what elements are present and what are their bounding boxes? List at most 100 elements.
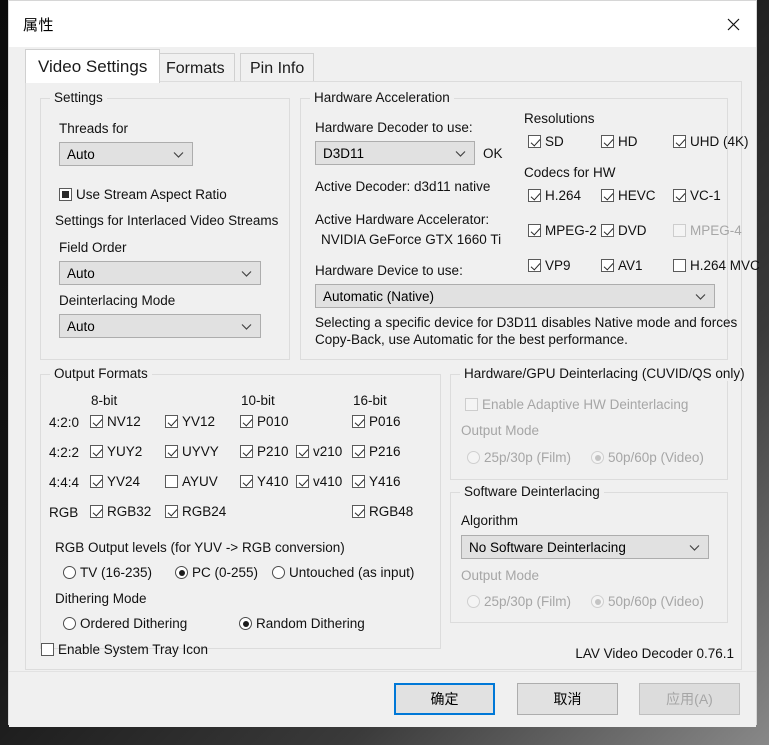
format-yuy2-checkbox[interactable]: YUY2 bbox=[90, 444, 142, 459]
active-accelerator-label: Active Hardware Accelerator: bbox=[315, 212, 490, 227]
resolution-hd-checkbox[interactable]: HD bbox=[601, 134, 638, 149]
resolution-sd-checkbox[interactable]: SD bbox=[528, 134, 564, 149]
hw-decoder-combo[interactable]: D3D11 bbox=[315, 141, 475, 165]
radio-label: 25p/30p (Film) bbox=[484, 450, 572, 465]
format-p010-checkbox[interactable]: P010 bbox=[240, 414, 289, 429]
resolution-uhd-checkbox[interactable]: UHD (4K) bbox=[673, 134, 749, 149]
hw-device-hint-line1: Selecting a specific device for D3D11 di… bbox=[315, 315, 738, 330]
settings-group-label: Settings bbox=[50, 90, 107, 105]
apply-button: 应用(A) bbox=[639, 683, 740, 715]
format-yv24-checkbox[interactable]: YV24 bbox=[90, 474, 140, 489]
output-formats-label: Output Formats bbox=[50, 366, 152, 381]
hw-device-combo[interactable]: Automatic (Native) bbox=[315, 284, 715, 308]
checkbox-label: MPEG-4 bbox=[690, 223, 742, 238]
ok-button[interactable]: 确定 bbox=[394, 683, 495, 715]
format-y410-checkbox[interactable]: Y410 bbox=[240, 474, 289, 489]
codec-hevc-checkbox[interactable]: HEVC bbox=[601, 188, 656, 203]
resolutions-label: Resolutions bbox=[524, 111, 595, 126]
deinterlacing-mode-value: Auto bbox=[67, 318, 95, 334]
software-deinterlacing-group: Software Deinterlacing Algorithm No Soft… bbox=[450, 484, 728, 623]
deinterlacing-mode-label: Deinterlacing Mode bbox=[59, 293, 176, 308]
checkbox-label: UYVY bbox=[182, 444, 219, 459]
checkbox-label: NV12 bbox=[107, 414, 141, 429]
sw-output-mode-label: Output Mode bbox=[461, 568, 540, 583]
rgb-level-pc-radio[interactable]: PC (0-255) bbox=[175, 565, 258, 580]
threads-for-combo[interactable]: Auto bbox=[59, 142, 193, 166]
format-nv12-checkbox[interactable]: NV12 bbox=[90, 414, 141, 429]
codec-av1-checkbox[interactable]: AV1 bbox=[601, 258, 643, 273]
hw-mode-25p30p-radio: 25p/30p (Film) bbox=[467, 450, 571, 465]
radio-label: TV (16-235) bbox=[80, 565, 153, 580]
codec-mpeg2-checkbox[interactable]: MPEG-2 bbox=[528, 223, 597, 238]
sw-algorithm-combo[interactable]: No Software Deinterlacing bbox=[461, 535, 709, 559]
threads-for-label: Threads for bbox=[59, 121, 129, 136]
checkbox-box bbox=[165, 475, 178, 488]
format-yv12-checkbox[interactable]: YV12 bbox=[165, 414, 215, 429]
close-icon[interactable] bbox=[710, 1, 756, 47]
format-uyvy-checkbox[interactable]: UYVY bbox=[165, 444, 219, 459]
checkbox-box bbox=[296, 445, 309, 458]
field-order-label: Field Order bbox=[59, 240, 127, 255]
checkbox-label: Use Stream Aspect Ratio bbox=[76, 187, 227, 202]
format-p216-checkbox[interactable]: P216 bbox=[352, 444, 401, 459]
radio-circle bbox=[63, 617, 76, 630]
checkbox-box bbox=[59, 188, 72, 201]
codec-h264-checkbox[interactable]: H.264 bbox=[528, 188, 581, 203]
tab-formats[interactable]: Formats bbox=[156, 53, 235, 83]
use-stream-aspect-ratio-checkbox[interactable]: Use Stream Aspect Ratio bbox=[59, 187, 227, 202]
dithering-ordered-radio[interactable]: Ordered Dithering bbox=[63, 616, 187, 631]
checkbox-box bbox=[352, 475, 365, 488]
checkbox-label: H.264 MVC bbox=[690, 258, 760, 273]
checkbox-box bbox=[165, 415, 178, 428]
title-bar: 属性 bbox=[9, 1, 756, 47]
rgb-level-tv-radio[interactable]: TV (16-235) bbox=[63, 565, 152, 580]
tab-pin-info[interactable]: Pin Info bbox=[240, 53, 315, 83]
format-rgb24-checkbox[interactable]: RGB24 bbox=[165, 504, 226, 519]
settings-group: Settings Threads for Auto Use Stream Asp… bbox=[40, 90, 290, 360]
sw-mode-25p30p-radio: 25p/30p (Film) bbox=[467, 594, 571, 609]
enable-system-tray-icon-checkbox-visible[interactable]: Enable System Tray Icon bbox=[41, 642, 208, 657]
checkbox-box bbox=[352, 415, 365, 428]
field-order-combo[interactable]: Auto bbox=[59, 261, 261, 285]
active-decoder-text: Active Decoder: d3d11 native bbox=[315, 179, 491, 194]
checkbox-label: UHD (4K) bbox=[690, 134, 749, 149]
format-v210-checkbox[interactable]: v210 bbox=[296, 444, 342, 459]
codec-vp9-checkbox[interactable]: VP9 bbox=[528, 258, 571, 273]
checkbox-label: RGB48 bbox=[369, 504, 414, 519]
checkbox-label: Enable Adaptive HW Deinterlacing bbox=[482, 397, 689, 412]
checkbox-box bbox=[41, 643, 54, 656]
desktop-background: 属性 Video Settings Formats Pin Info Setti… bbox=[0, 0, 769, 745]
format-y416-checkbox[interactable]: Y416 bbox=[352, 474, 401, 489]
chevron-down-icon bbox=[695, 289, 706, 304]
format-v410-checkbox[interactable]: v410 bbox=[296, 474, 342, 489]
checkbox-box bbox=[601, 224, 614, 237]
deinterlacing-mode-combo[interactable]: Auto bbox=[59, 314, 261, 338]
format-rgb32-checkbox[interactable]: RGB32 bbox=[90, 504, 151, 519]
codec-h264mvc-checkbox[interactable]: H.264 MVC bbox=[673, 258, 760, 273]
checkbox-label: Y410 bbox=[257, 474, 289, 489]
radio-circle bbox=[239, 617, 252, 630]
codec-dvd-checkbox[interactable]: DVD bbox=[601, 223, 647, 238]
codec-vc1-checkbox[interactable]: VC-1 bbox=[673, 188, 721, 203]
format-ayuv-checkbox[interactable]: AYUV bbox=[165, 474, 218, 489]
radio-label: 50p/60p (Video) bbox=[608, 450, 704, 465]
format-p016-checkbox[interactable]: P016 bbox=[352, 414, 401, 429]
format-p210-checkbox[interactable]: P210 bbox=[240, 444, 289, 459]
dithering-random-radio[interactable]: Random Dithering bbox=[239, 616, 365, 631]
column-header-16bit: 16-bit bbox=[353, 393, 387, 408]
format-rgb48-checkbox[interactable]: RGB48 bbox=[352, 504, 413, 519]
checkbox-box bbox=[296, 475, 309, 488]
tab-video-settings[interactable]: Video Settings bbox=[25, 49, 161, 83]
cancel-button[interactable]: 取消 bbox=[517, 683, 618, 715]
checkbox-label: MPEG-2 bbox=[545, 223, 597, 238]
checkbox-box bbox=[528, 224, 541, 237]
tab-label: Formats bbox=[166, 59, 225, 77]
radio-label: Ordered Dithering bbox=[80, 616, 188, 631]
codec-mpeg4-checkbox: MPEG-4 bbox=[673, 223, 742, 238]
chevron-down-icon bbox=[173, 147, 184, 162]
rgb-level-untouched-radio[interactable]: Untouched (as input) bbox=[272, 565, 414, 580]
tab-label: Pin Info bbox=[250, 59, 305, 77]
window-title: 属性 bbox=[23, 17, 55, 34]
hardware-acceleration-group: Hardware Acceleration Hardware Decoder t… bbox=[300, 90, 760, 360]
row-header-444: 4:4:4 bbox=[49, 475, 80, 490]
